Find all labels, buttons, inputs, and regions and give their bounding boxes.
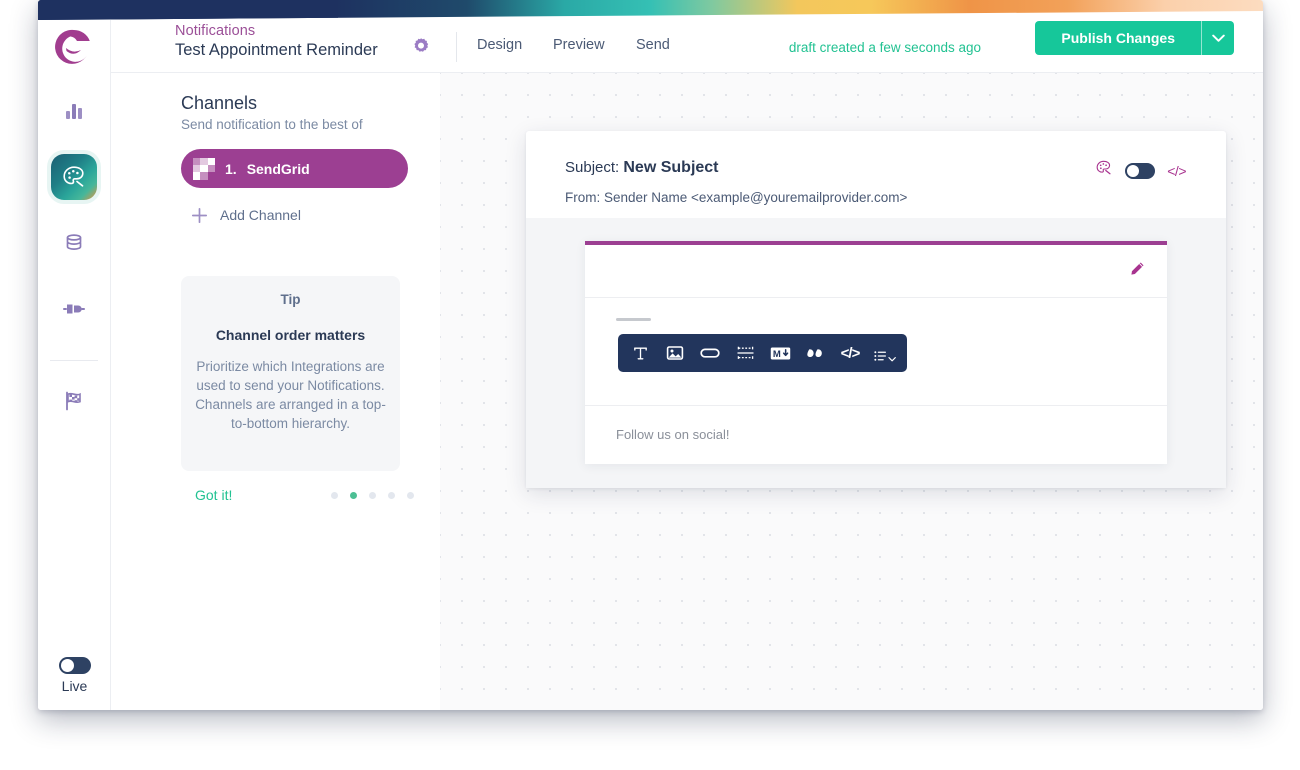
footer-text: Follow us on social! <box>616 427 730 442</box>
image-icon[interactable] <box>664 342 686 364</box>
got-it-button[interactable]: Got it! <box>195 487 232 503</box>
pencil-icon[interactable] <box>1127 260 1147 280</box>
code-icon[interactable]: </> <box>839 342 861 364</box>
code-tag-icon[interactable]: </> <box>1167 163 1186 179</box>
subject-value[interactable]: New Subject <box>623 159 718 176</box>
editor-middle-row: M </> <box>585 298 1167 405</box>
sidebar-item-journeys[interactable] <box>51 378 97 424</box>
email-header-actions: </> <box>1095 159 1186 182</box>
design-active-tile <box>51 154 97 200</box>
palette-brush-icon[interactable] <box>1095 159 1113 182</box>
channel-index: 1. <box>225 160 237 177</box>
tip-footer: Got it! <box>181 487 416 503</box>
channel-item-sendgrid[interactable]: 1. SendGrid <box>181 149 408 188</box>
left-icon-rail: Live <box>38 20 111 710</box>
live-toggle-label: Live <box>61 678 88 694</box>
tip-pagination-dots <box>331 491 414 499</box>
sidebar-item-integrations[interactable] <box>51 286 97 332</box>
email-editor-block: M </> Follow us on social! <box>585 241 1167 464</box>
editor-top-row[interactable] <box>585 245 1167 298</box>
add-channel-label: Add Channel <box>220 207 301 223</box>
gear-icon[interactable] <box>411 37 431 57</box>
banner-left-cap <box>38 0 338 20</box>
draft-status-text: draft created a few seconds ago <box>788 40 981 55</box>
quote-icon[interactable] <box>804 342 826 364</box>
text-icon[interactable] <box>629 342 651 364</box>
add-channel-button[interactable]: Add Channel <box>181 199 408 231</box>
tip-heading: Channel order matters <box>215 327 366 343</box>
palette-icon <box>63 166 84 187</box>
sendgrid-icon <box>193 157 215 180</box>
chevron-down-icon[interactable] <box>1201 21 1234 55</box>
live-toggle-knob <box>60 659 74 672</box>
subject-label: Subject: <box>565 159 620 176</box>
html-mode-toggle[interactable] <box>1125 162 1156 179</box>
breadcrumb-section[interactable]: Notifications <box>175 22 378 40</box>
from-line: From: Sender Name <example@youremailprov… <box>565 190 908 205</box>
email-preview-card: Subject: New Subject From: Sender Name <… <box>526 131 1226 488</box>
tip-dot-active[interactable] <box>350 491 357 499</box>
tip-kicker: Tip <box>280 292 301 307</box>
markdown-icon[interactable]: M <box>769 342 791 364</box>
channel-name: SendGrid <box>246 160 310 177</box>
rail-divider <box>50 360 98 361</box>
email-body-area: M </> Follow us on social! <box>526 218 1226 488</box>
publish-changes-button[interactable]: Publish Changes <box>1035 21 1201 55</box>
tip-card: Tip Channel order matters Prioritize whi… <box>181 276 400 471</box>
tab-preview[interactable]: Preview <box>553 37 605 53</box>
plug-icon <box>63 304 85 314</box>
flag-icon <box>66 391 81 411</box>
tab-send[interactable]: Send <box>636 37 670 53</box>
svg-text:M: M <box>772 349 780 360</box>
placeholder-line <box>616 318 651 321</box>
page-title: Test Appointment Reminder <box>175 41 378 59</box>
app-header: Notifications Test Appointment Reminder … <box>111 20 1263 73</box>
sidebar-item-analytics[interactable] <box>51 88 97 134</box>
chevron-down-icon <box>888 357 896 362</box>
tip-dot[interactable] <box>388 491 395 499</box>
design-canvas: Subject: New Subject From: Sender Name <… <box>440 73 1263 710</box>
sidebar-item-design[interactable] <box>51 154 97 200</box>
tip-dot[interactable] <box>407 491 414 499</box>
database-icon <box>66 234 82 250</box>
live-toggle-block: Live <box>38 657 111 694</box>
tab-design[interactable]: Design <box>477 37 522 53</box>
button-icon[interactable] <box>699 342 721 364</box>
subject-line: Subject: New Subject <box>565 159 719 177</box>
tip-dot[interactable] <box>369 491 376 499</box>
tip-dot[interactable] <box>331 491 338 499</box>
logo-icon[interactable] <box>51 24 97 70</box>
app-window: Live Notifications Test Appointment Remi… <box>38 0 1263 710</box>
bar-chart-icon <box>66 104 82 119</box>
html-mode-toggle-knob <box>1127 164 1140 177</box>
channels-panel: Channels Send notification to the best o… <box>111 73 440 710</box>
plus-icon <box>191 207 208 223</box>
list-icon[interactable] <box>874 342 896 364</box>
channels-title: Channels <box>181 93 258 113</box>
header-divider <box>456 32 457 62</box>
sidebar-item-data[interactable] <box>51 220 97 266</box>
top-gradient-banner <box>38 0 1263 20</box>
title-block: Notifications Test Appointment Reminder <box>175 22 378 60</box>
live-toggle-switch[interactable] <box>58 657 91 674</box>
block-insert-toolbar: M </> <box>618 334 907 372</box>
email-card-header: Subject: New Subject From: Sender Name <… <box>526 131 1226 218</box>
divider-icon[interactable] <box>734 342 756 364</box>
editor-bottom-row[interactable]: Follow us on social! <box>585 405 1167 464</box>
tip-body: Prioritize which Integrations are used t… <box>195 359 386 431</box>
channels-subtitle: Send notification to the best of <box>181 117 363 132</box>
publish-button-group: Publish Changes <box>1035 21 1234 55</box>
